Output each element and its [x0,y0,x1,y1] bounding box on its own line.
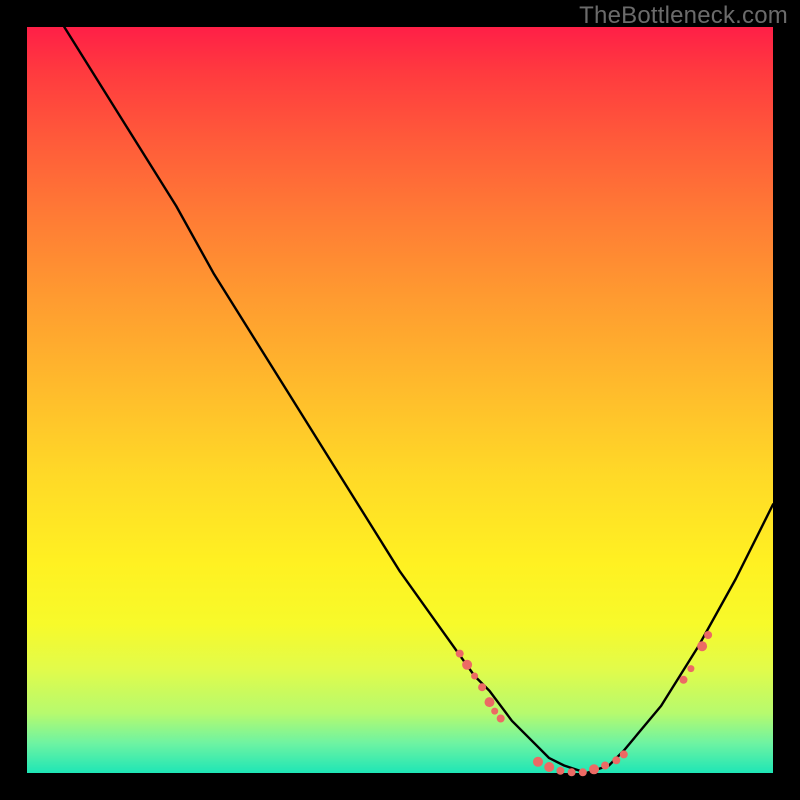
data-point-marker [556,767,564,775]
data-point-marker [462,660,472,670]
data-point-marker [456,650,464,658]
data-point-marker [589,764,599,774]
data-point-marker [704,631,712,639]
chart-svg [27,27,773,773]
data-point-marker [485,697,495,707]
data-point-marker [601,762,609,770]
watermark-text: TheBottleneck.com [579,2,788,30]
chart-frame: TheBottleneck.com [0,0,800,800]
data-point-marker [544,762,554,772]
data-point-marker [478,683,486,691]
bottleneck-curve [64,27,773,773]
data-point-marker [497,715,505,723]
data-point-marker [620,750,628,758]
data-point-marker [612,756,620,764]
data-point-marker [471,673,478,680]
data-point-marker [680,676,688,684]
data-point-marker [687,665,694,672]
data-point-marker [568,768,576,776]
data-point-marker [697,641,707,651]
data-point-marker [533,757,543,767]
data-point-marker [579,768,587,776]
data-point-marker [491,708,498,715]
